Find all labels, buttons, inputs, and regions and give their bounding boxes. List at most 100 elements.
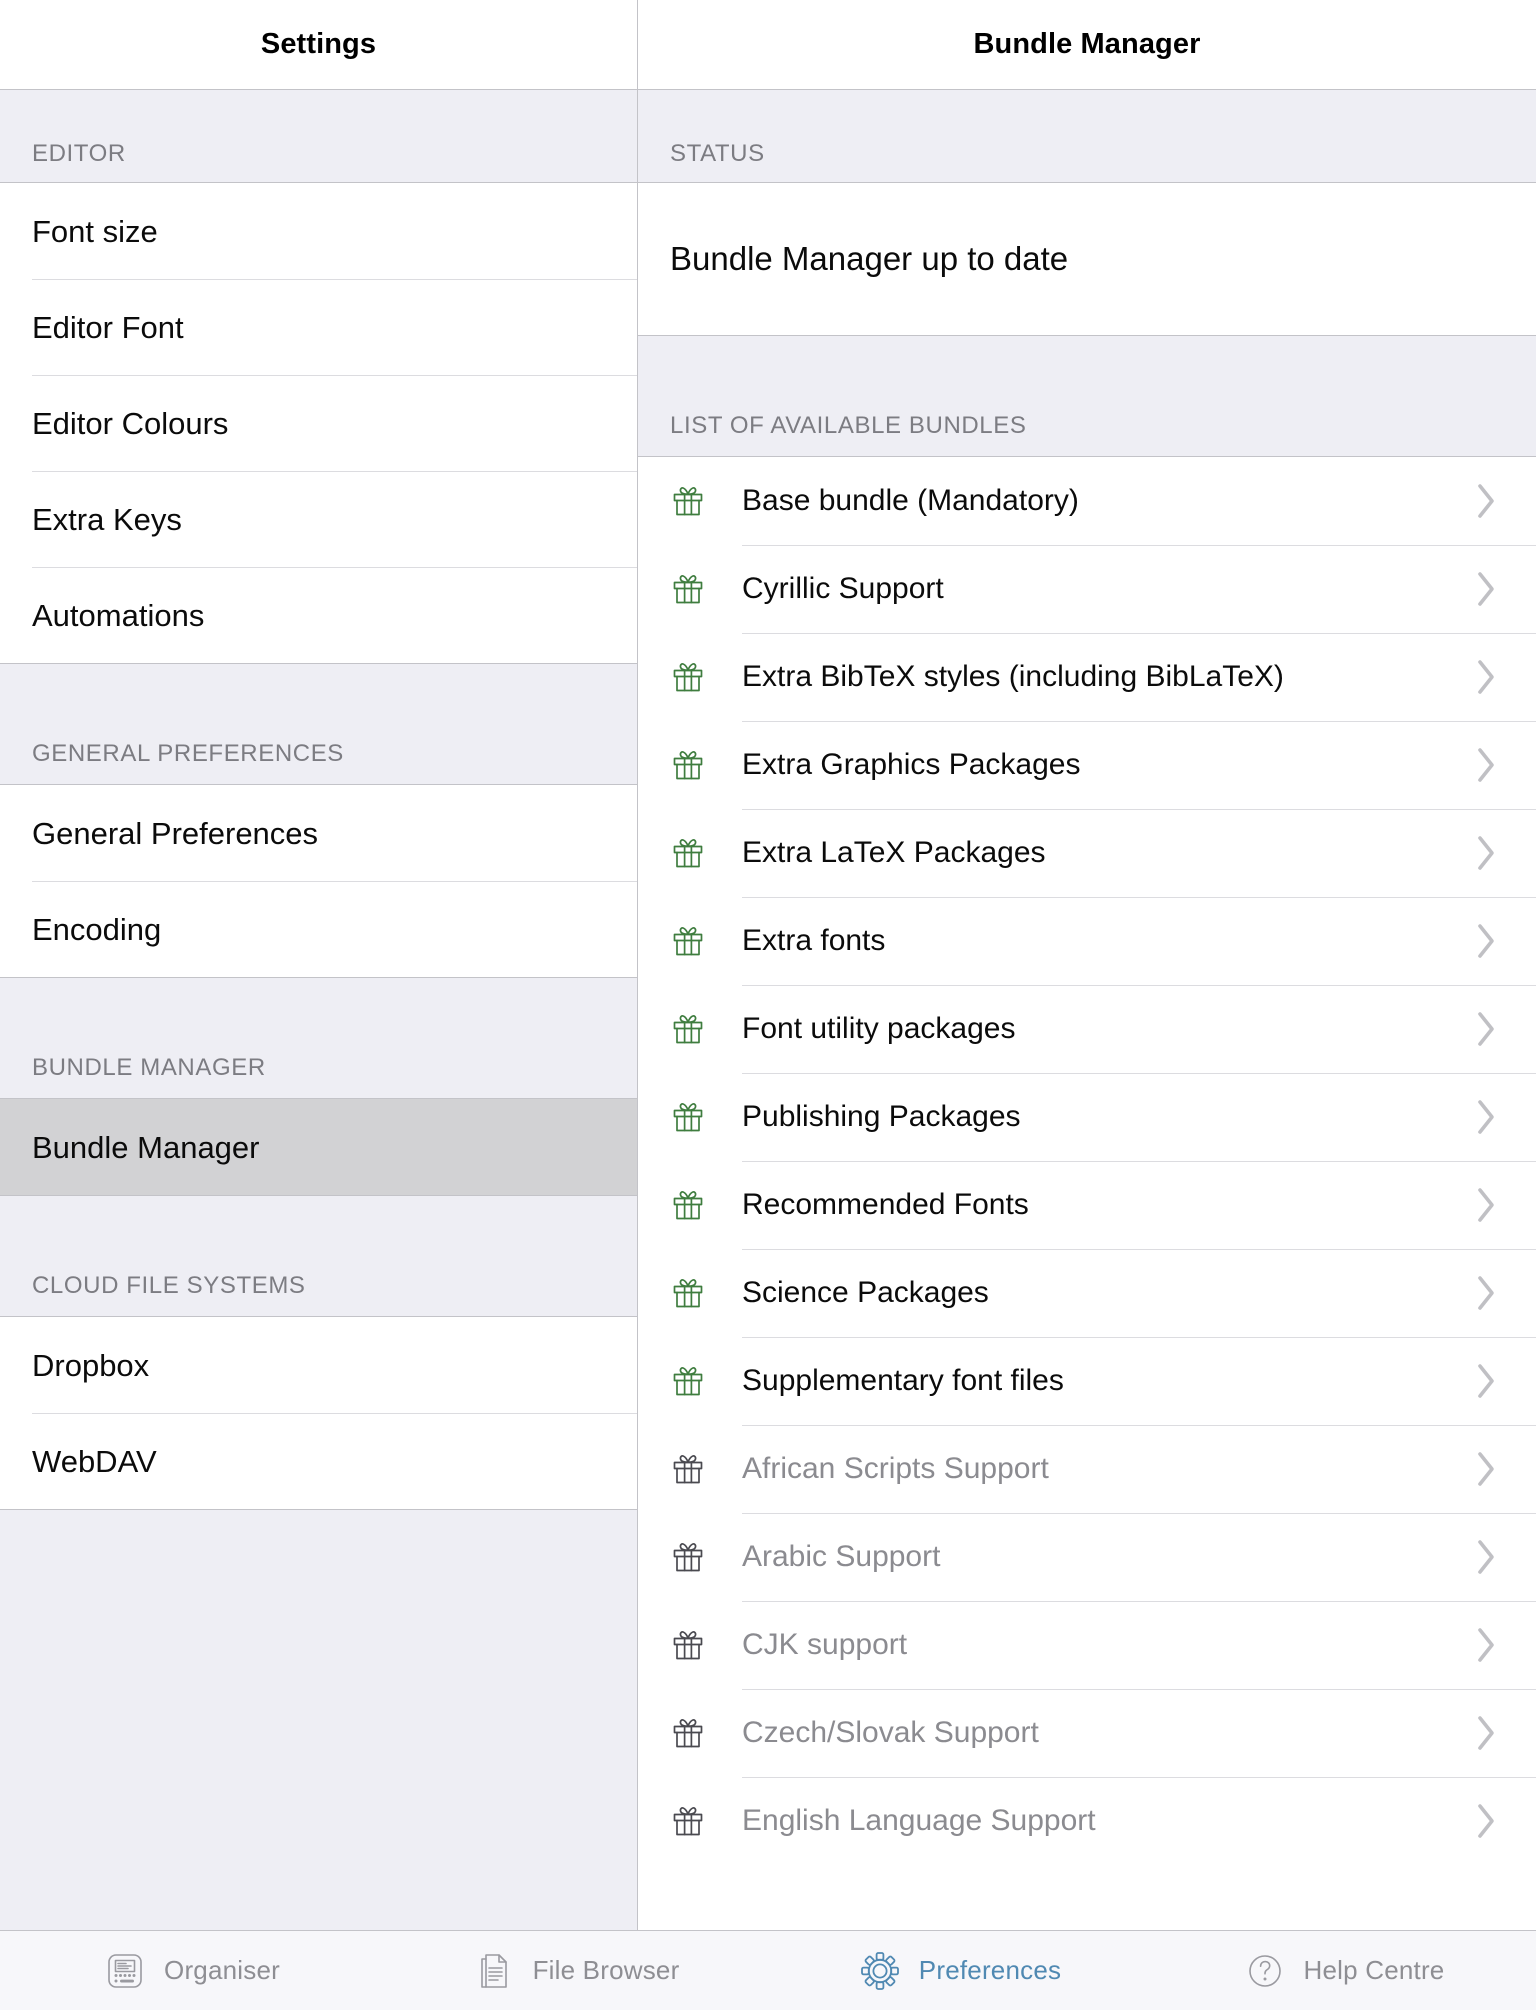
sidebar-item-bundle-manager[interactable]: Bundle Manager xyxy=(0,1099,637,1195)
sidebar-item-general-preferences[interactable]: General Preferences xyxy=(0,785,637,881)
sidebar-item-extra-keys[interactable]: Extra Keys xyxy=(0,471,637,567)
tab-label: Organiser xyxy=(164,1955,280,1985)
document-icon xyxy=(473,1950,515,1992)
chevron-right-icon[interactable] xyxy=(1456,746,1516,784)
bundle-row[interactable]: Recommended Fonts xyxy=(638,1161,1536,1249)
bundle-label: Extra BibTeX styles (including BibLaTeX) xyxy=(742,660,1284,693)
sidebar-item-font-size[interactable]: Font size xyxy=(0,183,637,279)
sidebar-item-dropbox[interactable]: Dropbox xyxy=(0,1317,637,1413)
bundle-row[interactable]: Extra LaTeX Packages xyxy=(638,809,1536,897)
settings-scroll-area[interactable]: EDITOR Font size Editor Font Editor Colours… xyxy=(0,90,637,1930)
bundle-label: Font utility packages xyxy=(742,1012,1016,1045)
bundle-label: Extra LaTeX Packages xyxy=(742,836,1046,869)
sidebar-item-encoding[interactable]: Encoding xyxy=(0,881,637,977)
bundle-row[interactable]: English Language Support xyxy=(638,1777,1536,1865)
tab-help-centre[interactable]: Help Centre xyxy=(1152,1931,1536,2010)
gift-icon xyxy=(666,479,710,523)
bundle-row[interactable]: Arabic Support xyxy=(638,1513,1536,1601)
sidebar-item-label: Automations xyxy=(32,597,205,633)
status-section-header: STATUS xyxy=(638,90,1536,182)
chevron-right-icon[interactable] xyxy=(1456,482,1516,520)
bundle-label: Base bundle (Mandatory) xyxy=(742,484,1079,517)
bundle-row[interactable]: Extra BibTeX styles (including BibLaTeX) xyxy=(638,633,1536,721)
chevron-right-icon[interactable] xyxy=(1456,834,1516,872)
gift-icon xyxy=(666,743,710,787)
gift-icon xyxy=(666,1711,710,1755)
gift-icon xyxy=(666,1535,710,1579)
settings-pane: Settings EDITOR Font size Editor Font Edito… xyxy=(0,0,638,1930)
gift-icon xyxy=(666,831,710,875)
settings-group: General Preferences Encoding xyxy=(0,784,637,978)
settings-group: Font size Editor Font Editor Colours Extra … xyxy=(0,182,637,664)
chevron-right-icon[interactable] xyxy=(1456,1450,1516,1488)
settings-nav-bar: Settings xyxy=(0,0,637,90)
split-view: Settings EDITOR Font size Editor Font Edito… xyxy=(0,0,1536,1930)
settings-section-header: EDITOR xyxy=(0,90,637,182)
bundle-manager-pane: Bundle Manager STATUS Bundle Manager up … xyxy=(638,0,1536,1930)
settings-group: Dropbox WebDAV xyxy=(0,1316,637,1510)
chevron-right-icon[interactable] xyxy=(1456,1186,1516,1224)
bundle-label: English Language Support xyxy=(742,1804,1096,1837)
chevron-right-icon[interactable] xyxy=(1456,1274,1516,1312)
bundle-label: CJK support xyxy=(742,1628,908,1661)
chevron-right-icon[interactable] xyxy=(1456,922,1516,960)
bundle-label: Publishing Packages xyxy=(742,1100,1021,1133)
bundle-manager-title: Bundle Manager xyxy=(973,28,1201,60)
tab-file-browser[interactable]: File Browser xyxy=(384,1931,768,2010)
chevron-right-icon[interactable] xyxy=(1456,1626,1516,1664)
bundle-row[interactable]: Publishing Packages xyxy=(638,1073,1536,1161)
bundle-label: Extra Graphics Packages xyxy=(742,748,1081,781)
sidebar-item-label: Editor Colours xyxy=(32,405,229,441)
tab-organiser[interactable]: Organiser xyxy=(0,1931,384,2010)
chevron-right-icon[interactable] xyxy=(1456,658,1516,696)
bundle-row[interactable]: Science Packages xyxy=(638,1249,1536,1337)
question-circle-icon xyxy=(1244,1950,1286,1992)
sidebar-item-label: General Preferences xyxy=(32,815,319,851)
sidebar-item-automations[interactable]: Automations xyxy=(0,567,637,663)
bundle-row[interactable]: African Scripts Support xyxy=(638,1425,1536,1513)
chevron-right-icon[interactable] xyxy=(1456,1098,1516,1136)
sidebar-item-label: Encoding xyxy=(32,911,162,947)
bundle-list: Base bundle (Mandatory) Cyrillic Support E… xyxy=(638,456,1536,1930)
tab-label: Preferences xyxy=(918,1955,1062,1985)
gift-icon xyxy=(666,1359,710,1403)
sidebar-item-webdav[interactable]: WebDAV xyxy=(0,1413,637,1509)
sidebar-item-label: Editor Font xyxy=(32,309,184,345)
bundle-label: African Scripts Support xyxy=(742,1452,1049,1485)
status-row: Bundle Manager up to date xyxy=(638,183,1536,335)
bundle-row[interactable]: Czech/Slovak Support xyxy=(638,1689,1536,1777)
settings-title: Settings xyxy=(260,28,377,60)
gift-icon xyxy=(666,1183,710,1227)
sidebar-item-label: WebDAV xyxy=(32,1443,157,1479)
organiser-icon xyxy=(104,1950,146,1992)
gift-icon xyxy=(666,1447,710,1491)
bundle-row[interactable]: Extra Graphics Packages xyxy=(638,721,1536,809)
settings-section-header: BUNDLE MANAGER xyxy=(0,978,637,1098)
bundle-row[interactable]: Cyrillic Support xyxy=(638,545,1536,633)
chevron-right-icon[interactable] xyxy=(1456,1714,1516,1752)
tab-label: Help Centre xyxy=(1303,1955,1445,1985)
settings-section-header: GENERAL PREFERENCES xyxy=(0,664,637,784)
gift-icon xyxy=(666,1271,710,1315)
chevron-right-icon[interactable] xyxy=(1456,1010,1516,1048)
tab-bar: Organiser File Browser Preferences Help Cen… xyxy=(0,1930,1536,2010)
bundle-row[interactable]: Font utility packages xyxy=(638,985,1536,1073)
chevron-right-icon[interactable] xyxy=(1456,1802,1516,1840)
bundle-manager-scroll-area[interactable]: STATUS Bundle Manager up to date LIST OF… xyxy=(638,90,1536,1930)
bundle-row[interactable]: Supplementary font files xyxy=(638,1337,1536,1425)
sidebar-item-label: Font size xyxy=(32,213,158,249)
bundles-section-header: LIST OF AVAILABLE BUNDLES xyxy=(638,336,1536,456)
bundle-row[interactable]: Extra fonts xyxy=(638,897,1536,985)
tab-label: File Browser xyxy=(532,1955,680,1985)
chevron-right-icon[interactable] xyxy=(1456,1362,1516,1400)
bundle-row[interactable]: Base bundle (Mandatory) xyxy=(638,457,1536,545)
sidebar-item-editor-colours[interactable]: Editor Colours xyxy=(0,375,637,471)
settings-section-header: CLOUD FILE SYSTEMS xyxy=(0,1196,637,1316)
tab-preferences[interactable]: Preferences xyxy=(768,1931,1152,2010)
chevron-right-icon[interactable] xyxy=(1456,1538,1516,1576)
gift-icon xyxy=(666,1799,710,1843)
bundle-row[interactable]: CJK support xyxy=(638,1601,1536,1689)
bundle-label: Supplementary font files xyxy=(742,1364,1064,1397)
chevron-right-icon[interactable] xyxy=(1456,570,1516,608)
sidebar-item-editor-font[interactable]: Editor Font xyxy=(0,279,637,375)
